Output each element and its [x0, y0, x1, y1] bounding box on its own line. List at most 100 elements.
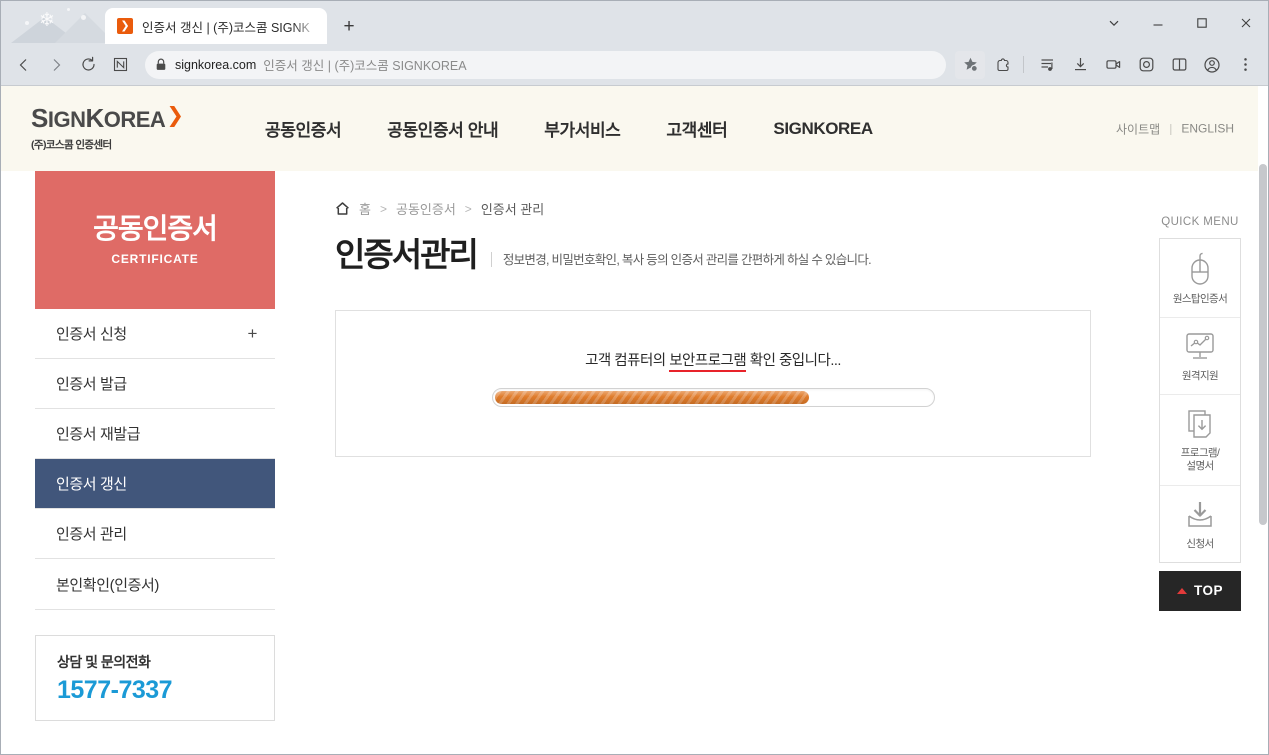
- sidebar-item-manage[interactable]: 인증서 관리: [35, 509, 275, 559]
- breadcrumb-home[interactable]: 홈: [359, 199, 371, 218]
- logo-k: K: [85, 103, 104, 133]
- extensions-icon[interactable]: [988, 51, 1018, 79]
- remote-monitor-icon: [1162, 331, 1238, 363]
- page-header: 인증서관리 정보변경, 비밀번호확인, 복사 등의 인증서 관리를 간편하게 하…: [335, 238, 1258, 271]
- left-sidebar: 공동인증서 CERTIFICATE 인증서 신청 + 인증서 발급 인증서 재발…: [1, 171, 275, 721]
- browser-navigation-bar: signkorea.com 인증서 갱신 | (주)코스콤 SIGNKOREA: [1, 44, 1268, 85]
- sidebar-item-label: 인증서 발급: [56, 376, 127, 393]
- nav-item-signkorea[interactable]: SIGNKOREA: [773, 119, 873, 139]
- sidebar-banner: 공동인증서 CERTIFICATE: [35, 171, 275, 309]
- url-page-title: 인증서 갱신 | (주)코스콤 SIGNKOREA: [263, 59, 467, 73]
- collections-icon[interactable]: [1032, 51, 1062, 79]
- download-tray-icon: [1162, 499, 1238, 531]
- sidebar-item-label: 본인확인(인증서): [56, 576, 159, 594]
- status-message: 고객 컴퓨터의 보안프로그램 확인 중입니다...: [585, 349, 842, 372]
- logo-arrow-icon: ❯: [166, 104, 184, 127]
- documents-download-icon: [1162, 408, 1238, 440]
- utility-separator: |: [1169, 121, 1173, 136]
- close-icon[interactable]: [1224, 6, 1268, 40]
- reload-icon[interactable]: [73, 50, 103, 80]
- contact-label: 상담 및 문의전화: [57, 654, 151, 670]
- status-message-prefix: 고객 컴퓨터의: [585, 353, 670, 369]
- english-link[interactable]: ENGLISH: [1181, 122, 1234, 136]
- nav-item-extra-services[interactable]: 부가서비스: [544, 116, 621, 141]
- split-screen-icon[interactable]: [1164, 51, 1194, 79]
- favicon-icon: ❯: [117, 18, 133, 34]
- nav-item-certificate-guide[interactable]: 공동인증서 안내: [387, 116, 498, 141]
- expand-plus-icon[interactable]: +: [247, 325, 257, 342]
- site-logo[interactable]: SIGNKOREA❯ (주)코스콤 인증센터: [31, 105, 231, 152]
- quick-menu-item-application-form[interactable]: 신청서: [1160, 486, 1240, 562]
- split-home-icon[interactable]: [105, 50, 135, 80]
- new-tab-button[interactable]: +: [335, 12, 363, 40]
- downloads-icon[interactable]: [1065, 51, 1095, 79]
- url-domain: signkorea.com: [175, 57, 257, 72]
- quick-menu-item-onestop[interactable]: 원스탑인증서: [1160, 239, 1240, 319]
- scrollbar-thumb[interactable]: [1259, 164, 1267, 525]
- quick-menu-item-label: 프로그램/설명서: [1180, 447, 1220, 473]
- nav-item-customer-center[interactable]: 고객센터: [666, 116, 727, 141]
- logo-subtitle: (주)코스콤 인증센터: [31, 139, 112, 151]
- sidebar-banner-title: 공동인증서: [93, 213, 218, 245]
- forward-icon[interactable]: [41, 50, 71, 80]
- quick-menu: QUICK MENU 원스탑인증서 원격지원 프로그램/ 설명서 신청서 TOP: [1159, 216, 1241, 611]
- breadcrumb-current: 인증서 관리: [480, 202, 545, 217]
- arrow-up-icon: [1176, 587, 1187, 594]
- browser-theme-art: ❄: [9, 5, 105, 43]
- sitemap-link[interactable]: 사이트맵: [1116, 120, 1160, 137]
- site-header: SIGNKOREA❯ (주)코스콤 인증센터 공동인증서 공동인증서 안내 부가…: [1, 86, 1258, 171]
- progress-bar-fill: [494, 391, 810, 404]
- quick-menu-item-remote-support[interactable]: 원격지원: [1160, 318, 1240, 396]
- tab-search-icon[interactable]: [1092, 6, 1136, 40]
- sidebar-item-label: 인증서 관리: [56, 526, 127, 543]
- quick-menu-item-label: 신청서: [1186, 537, 1214, 550]
- quick-menu-item-program-manual[interactable]: 프로그램/설명서: [1160, 395, 1240, 486]
- page-body: 공동인증서 CERTIFICATE 인증서 신청 + 인증서 발급 인증서 재발…: [1, 171, 1258, 721]
- browser-tab[interactable]: ❯ 인증서 갱신 | (주)코스콤 SIGNK: [105, 8, 327, 44]
- scroll-to-top-button[interactable]: TOP: [1159, 570, 1241, 611]
- web-page: SIGNKOREA❯ (주)코스콤 인증센터 공동인증서 공동인증서 안내 부가…: [1, 86, 1258, 754]
- page-subtitle: 정보변경, 비밀번호확인, 복사 등의 인증서 관리를 간편하게 하실 수 있습…: [502, 253, 872, 267]
- sidebar-item-reissue[interactable]: 인증서 재발급: [35, 409, 275, 459]
- settings-menu-icon[interactable]: [1230, 51, 1260, 79]
- sidebar-banner-subtitle: CERTIFICATE: [111, 251, 199, 266]
- sidebar-item-apply[interactable]: 인증서 신청 +: [35, 309, 275, 359]
- security-check-panel: 고객 컴퓨터의 보안프로그램 확인 중입니다...: [335, 310, 1091, 457]
- profile-icon[interactable]: [1197, 51, 1227, 79]
- bird-icon: ❄: [39, 10, 55, 31]
- breadcrumb-separator: >: [464, 201, 472, 216]
- sidebar-item-issue[interactable]: 인증서 발급: [35, 359, 275, 409]
- minimize-icon[interactable]: [1136, 6, 1180, 40]
- main-content: 홈 > 공동인증서 > 인증서 관리 인증서관리 정보변경, 비밀번호확인, 복…: [275, 171, 1258, 457]
- back-icon[interactable]: [9, 50, 39, 80]
- utility-navigation: 사이트맵 | ENGLISH: [1116, 120, 1234, 137]
- sidebar-item-label: 인증서 신청: [56, 326, 127, 343]
- breadcrumb-level2[interactable]: 공동인증서: [396, 199, 456, 218]
- status-message-highlight: 보안프로그램: [669, 353, 747, 372]
- browser-toolbar-icons: [952, 50, 1260, 79]
- logo-text: SIGNKOREA❯: [31, 103, 184, 133]
- toolbar-separator: [1023, 56, 1024, 73]
- screenshot-icon[interactable]: [1131, 51, 1161, 79]
- maximize-icon[interactable]: [1180, 6, 1224, 40]
- title-divider: [490, 252, 492, 267]
- quick-menu-item-label: 원스탑인증서: [1172, 293, 1228, 305]
- lock-icon: [155, 58, 167, 71]
- screen-capture-icon[interactable]: [1098, 51, 1128, 79]
- nav-item-certificate[interactable]: 공동인증서: [265, 116, 342, 141]
- quick-menu-item-label: 원격지원: [1181, 370, 1219, 383]
- breadcrumb-separator: >: [379, 201, 387, 216]
- mouse-icon: [1162, 252, 1238, 286]
- browser-window: ❄ ❯ 인증서 갱신 | (주)코스콤 SIGNK + signkorea.co…: [0, 0, 1269, 755]
- page-scrollbar[interactable]: [1258, 86, 1268, 754]
- sidebar-item-identity-verification[interactable]: 본인확인(인증서): [35, 559, 275, 609]
- progress-bar-track: [491, 388, 935, 407]
- status-message-suffix: 확인 중입니다...: [746, 353, 842, 369]
- page-viewport: SIGNKOREA❯ (주)코스콤 인증센터 공동인증서 공동인증서 안내 부가…: [1, 85, 1268, 754]
- main-navigation: 공동인증서 공동인증서 안내 부가서비스 고객센터 SIGNKOREA: [265, 116, 873, 141]
- favorites-icon[interactable]: [955, 50, 985, 79]
- sidebar-item-renew[interactable]: 인증서 갱신: [35, 459, 275, 509]
- home-icon[interactable]: [335, 201, 350, 216]
- address-bar[interactable]: signkorea.com 인증서 갱신 | (주)코스콤 SIGNKOREA: [145, 50, 946, 79]
- window-controls: [1092, 1, 1268, 44]
